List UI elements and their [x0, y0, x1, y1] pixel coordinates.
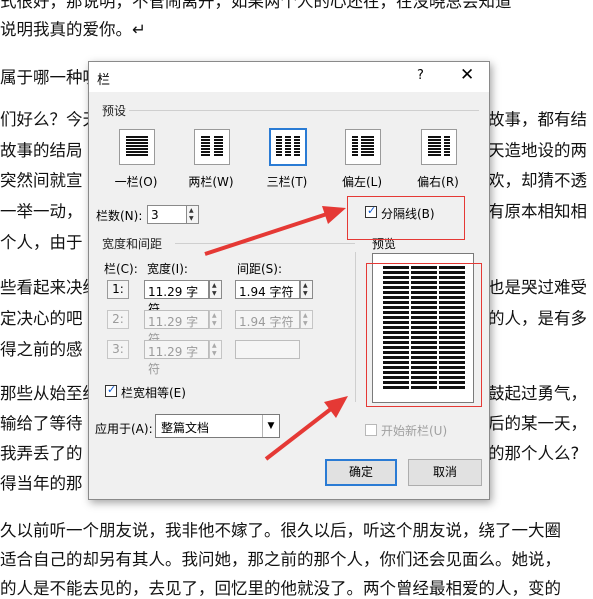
annotation-arrows	[204, 206, 348, 461]
